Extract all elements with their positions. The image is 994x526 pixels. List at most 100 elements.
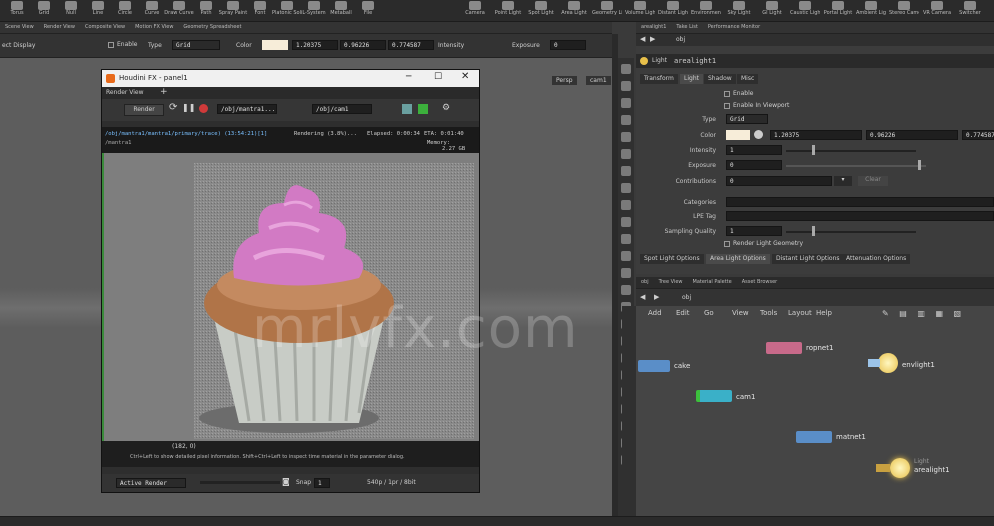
- node-matnet1[interactable]: [796, 431, 832, 443]
- right-tool-9[interactable]: GI Light: [757, 1, 787, 21]
- toolbar-color-r[interactable]: 1.20375: [292, 40, 338, 50]
- close-icon[interactable]: ✕: [461, 71, 469, 82]
- viewport-tool-icon[interactable]: [621, 217, 631, 227]
- right-tool-4[interactable]: Geometry Light: [592, 1, 622, 21]
- node-ropnet1[interactable]: [766, 342, 802, 354]
- network-tool-icons[interactable]: ✎ ▤ ▥ ▦ ▧: [882, 309, 965, 318]
- network-menu-view[interactable]: View: [732, 309, 749, 317]
- subtab-distant[interactable]: Distant Light Options: [772, 254, 844, 264]
- right-tool-8[interactable]: Sky Light: [724, 1, 754, 21]
- snap-field[interactable]: 1: [314, 478, 330, 488]
- right-tool-6[interactable]: Distant Light: [658, 1, 688, 21]
- left-tool-8[interactable]: Spray Paint: [218, 1, 248, 21]
- subtab-area[interactable]: Area Light Options: [706, 254, 770, 264]
- color-swatch[interactable]: [726, 130, 750, 140]
- add-tab-icon[interactable]: +: [160, 87, 168, 97]
- viewport-tool-icon[interactable]: [621, 64, 631, 74]
- viewport-persp-menu[interactable]: Persp: [552, 76, 577, 85]
- snapshot-strip[interactable]: [200, 481, 280, 484]
- viewport-tool-icon[interactable]: [621, 234, 631, 244]
- exposure-field[interactable]: 0: [726, 160, 782, 170]
- viewport-tool-icon[interactable]: [621, 98, 631, 108]
- viewport-tool-icon[interactable]: [621, 81, 631, 91]
- network-menu-tools[interactable]: Tools: [760, 309, 777, 317]
- left-tool-2[interactable]: Null: [56, 1, 86, 21]
- left-tool-5[interactable]: Curve: [137, 1, 167, 21]
- color-b-field[interactable]: 0.774587: [962, 130, 994, 140]
- network-tab-0[interactable]: obj: [636, 277, 654, 287]
- forward-icon[interactable]: ▶: [650, 35, 655, 43]
- left-tool-12[interactable]: Metaball: [326, 1, 356, 21]
- left-tool-9[interactable]: Font: [245, 1, 275, 21]
- network-tab-1[interactable]: Tree View: [654, 277, 688, 287]
- left-tab-3[interactable]: Motion FX View: [130, 22, 178, 32]
- exposure-slider[interactable]: [786, 165, 926, 167]
- node-cam1[interactable]: [696, 390, 732, 402]
- network-tab-2[interactable]: Material Palette: [688, 277, 737, 287]
- left-tool-13[interactable]: File: [353, 1, 383, 21]
- right-tab-2[interactable]: Performance Monitor: [703, 22, 765, 32]
- viewport-tool-icon[interactable]: [621, 200, 631, 210]
- right-tab-0[interactable]: arealight1: [636, 22, 671, 32]
- viewport-tool-icon[interactable]: [621, 285, 631, 295]
- intensity-field[interactable]: 1: [726, 145, 782, 155]
- sampling-field[interactable]: 1: [726, 226, 782, 236]
- network-menu-help[interactable]: Help: [816, 309, 832, 317]
- sampling-slider[interactable]: [786, 231, 916, 233]
- left-tool-4[interactable]: Circle: [110, 1, 140, 21]
- exposure-slider-handle[interactable]: [918, 160, 921, 170]
- toolbar-exposure-field[interactable]: 0: [550, 40, 586, 50]
- toolbar-color-g[interactable]: 0.96226: [340, 40, 386, 50]
- pause-icon[interactable]: ❚❚: [182, 103, 195, 112]
- contributions-stepper[interactable]: ▾: [834, 176, 852, 186]
- network-menu-go[interactable]: Go: [704, 309, 714, 317]
- left-tool-1[interactable]: Grid: [29, 1, 59, 21]
- left-tab-2[interactable]: Composite View: [80, 22, 130, 32]
- node-cake[interactable]: [638, 360, 670, 372]
- maximize-icon[interactable]: ☐: [434, 72, 442, 82]
- network-menu-layout[interactable]: Layout: [788, 309, 812, 317]
- right-tool-2[interactable]: Spot Light: [526, 1, 556, 21]
- node-name-field[interactable]: arealight1: [674, 57, 716, 65]
- toolbar-color-swatch[interactable]: [262, 40, 288, 50]
- left-tab-1[interactable]: Render View: [39, 22, 80, 32]
- right-tool-3[interactable]: Area Light: [559, 1, 589, 21]
- viewport-tool-icon[interactable]: [621, 183, 631, 193]
- network-menu-add[interactable]: Add: [648, 309, 662, 317]
- color-r-field[interactable]: 1.20375: [770, 130, 862, 140]
- categories-field[interactable]: [726, 197, 994, 207]
- arealight-icon[interactable]: [876, 456, 912, 480]
- snapshot-icon[interactable]: [402, 104, 412, 114]
- right-tool-12[interactable]: Ambient Light: [856, 1, 886, 21]
- left-tab-4[interactable]: Geometry Spreadsheet: [178, 22, 246, 32]
- camera-icon[interactable]: ◙: [282, 477, 290, 486]
- tab-transform[interactable]: Transform: [640, 74, 678, 84]
- left-tool-10[interactable]: Platonic Solids: [272, 1, 302, 21]
- right-tool-7[interactable]: Environment Light: [691, 1, 721, 21]
- sampling-slider-handle[interactable]: [812, 226, 815, 236]
- left-tool-3[interactable]: Line: [83, 1, 113, 21]
- envlight-icon[interactable]: [868, 352, 898, 374]
- left-tool-7[interactable]: Path: [191, 1, 221, 21]
- lpe-tag-field[interactable]: [726, 211, 994, 221]
- render-button[interactable]: Render: [124, 104, 164, 116]
- network-menu-edit[interactable]: Edit: [676, 309, 690, 317]
- clear-button[interactable]: Clear: [858, 176, 888, 186]
- right-tool-11[interactable]: Portal Light: [823, 1, 853, 21]
- settings-icon[interactable]: ⚙: [442, 103, 450, 113]
- tab-misc[interactable]: Misc: [737, 74, 759, 84]
- subtab-attenuation[interactable]: Attenuation Options: [842, 254, 911, 264]
- viewport-tool-icon[interactable]: [621, 149, 631, 159]
- intensity-slider-handle[interactable]: [812, 145, 815, 155]
- render-pane-tab[interactable]: Render View: [106, 89, 144, 96]
- toolbar-color-b[interactable]: 0.774587: [388, 40, 434, 50]
- color-correct-icon[interactable]: [418, 104, 428, 114]
- contributions-field[interactable]: 0: [726, 176, 832, 186]
- cam-path-field[interactable]: /obj/cam1: [312, 104, 372, 114]
- render-geo-checkbox[interactable]: Render Light Geometry: [724, 240, 803, 247]
- left-tool-11[interactable]: L-System: [299, 1, 329, 21]
- subtab-spot[interactable]: Spot Light Options: [640, 254, 704, 264]
- right-tool-0[interactable]: Camera: [460, 1, 490, 21]
- viewport-tool-icon[interactable]: [621, 251, 631, 261]
- left-tool-0[interactable]: Torus: [2, 1, 32, 21]
